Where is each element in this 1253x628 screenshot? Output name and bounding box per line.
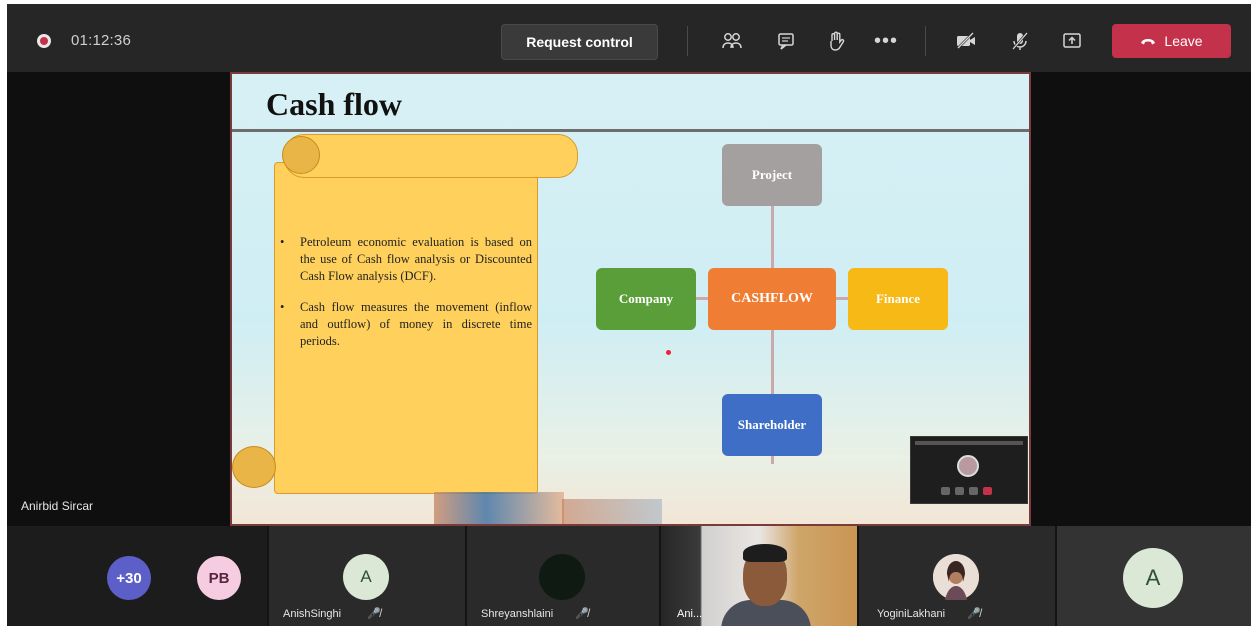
chat-icon[interactable] bbox=[773, 28, 799, 54]
participant-video[interactable]: Ani... bbox=[661, 526, 857, 626]
participant-name: YoginiLakhani bbox=[877, 608, 946, 620]
participant-name: Shreyanshlaini bbox=[481, 608, 554, 620]
scroll-top-roll bbox=[284, 134, 578, 178]
avatar bbox=[933, 554, 979, 600]
self-avatar bbox=[957, 455, 979, 477]
scroll-curl bbox=[232, 446, 276, 488]
participant-name: Ani... bbox=[677, 608, 703, 620]
diagram-node-left: Company bbox=[596, 268, 696, 330]
stage-background-right bbox=[1031, 72, 1251, 526]
mic-off-icon: 🎤̸ bbox=[367, 608, 381, 620]
participant-tile[interactable]: A bbox=[1057, 526, 1251, 626]
bullet-item: • Petroleum economic evaluation is based… bbox=[280, 235, 532, 283]
stage-background-left bbox=[7, 72, 230, 526]
avatar: A bbox=[343, 554, 389, 600]
slide-background-image bbox=[434, 492, 564, 524]
raise-hand-icon[interactable] bbox=[823, 28, 849, 54]
participant-tile[interactable]: A AnishSinghi 🎤̸ bbox=[269, 526, 465, 626]
slide-title: Cash flow bbox=[266, 86, 403, 122]
participant-tile-overflow: +30 PB bbox=[7, 526, 267, 626]
slide-background-image bbox=[562, 499, 662, 524]
mic-off-icon: 🎤̸ bbox=[967, 608, 981, 620]
pointer-dot bbox=[666, 350, 671, 355]
bullet-list: • Petroleum economic evaluation is based… bbox=[280, 234, 532, 364]
participant-strip: +30 PB A AnishSinghi 🎤̸ Shreyanshlaini 🎤… bbox=[7, 526, 1251, 626]
request-control-button[interactable]: Request control bbox=[501, 24, 658, 60]
participant-name: AnishSinghi bbox=[283, 608, 342, 620]
self-preview-thumbnail[interactable] bbox=[910, 436, 1028, 504]
more-options-icon[interactable]: ••• bbox=[873, 28, 899, 54]
avatar: A bbox=[1123, 548, 1183, 608]
teams-meeting-window: 01:12:36 Request control ••• Leave Anirb… bbox=[7, 4, 1251, 626]
diagram-node-top: Project bbox=[722, 144, 822, 206]
toolbar-divider bbox=[925, 26, 926, 56]
avatar[interactable]: PB bbox=[197, 556, 241, 600]
shared-slide: Cash flow • Petroleum economic evaluatio… bbox=[230, 72, 1031, 526]
avatar bbox=[539, 554, 585, 600]
diagram-node-bottom: Shareholder bbox=[722, 394, 822, 456]
overflow-count-badge[interactable]: +30 bbox=[107, 556, 151, 600]
leave-button[interactable]: Leave bbox=[1112, 24, 1231, 58]
diagram-node-right: Finance bbox=[848, 268, 948, 330]
hang-up-icon bbox=[1141, 39, 1156, 45]
meeting-toolbar: 01:12:36 Request control ••• Leave bbox=[7, 4, 1251, 72]
recording-icon bbox=[37, 34, 51, 48]
mic-off-icon: 🎤̸ bbox=[575, 608, 589, 620]
scroll-curl bbox=[282, 136, 320, 174]
diagram-node-center: CASHFLOW bbox=[708, 268, 836, 330]
toolbar-divider bbox=[687, 26, 688, 56]
participant-tile[interactable]: Shreyanshlaini 🎤̸ bbox=[467, 526, 659, 626]
participant-tile[interactable]: YoginiLakhani 🎤̸ bbox=[859, 526, 1055, 626]
meeting-timer: 01:12:36 bbox=[71, 32, 131, 49]
camera-off-icon[interactable] bbox=[953, 28, 979, 54]
presenter-name: Anirbid Sircar bbox=[21, 499, 94, 513]
leave-label: Leave bbox=[1164, 33, 1203, 49]
mic-off-icon[interactable] bbox=[1007, 28, 1033, 54]
participants-icon[interactable] bbox=[719, 28, 745, 54]
title-divider bbox=[232, 129, 1029, 132]
bullet-item: • Cash flow measures the movement (inflo… bbox=[280, 300, 532, 348]
share-tray-icon[interactable] bbox=[1059, 28, 1085, 54]
